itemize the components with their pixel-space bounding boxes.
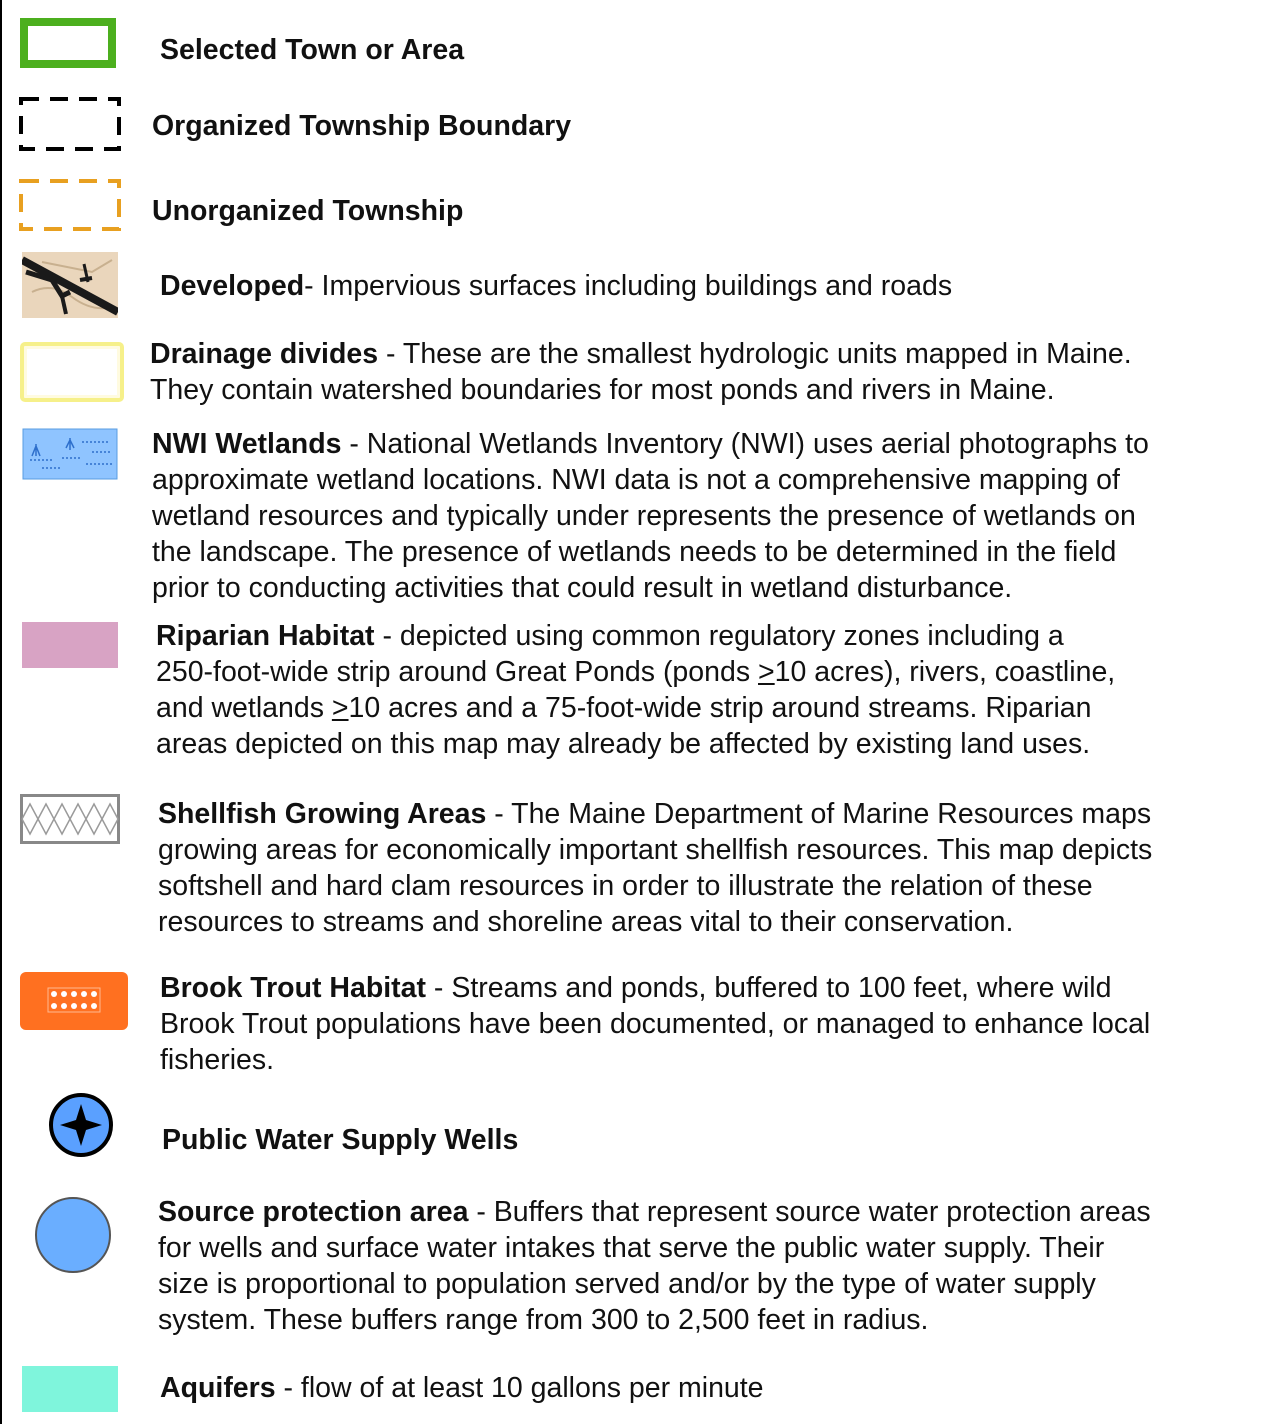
riparian-habitat-symbol <box>22 622 118 668</box>
shellfish-growing-areas-text: Shellfish Growing Areas - The Maine Depa… <box>158 798 1153 938</box>
riparian-habitat-text: Riparian Habitat - depicted using common… <box>156 620 1116 760</box>
nwi-wetlands-text: NWI Wetlands - National Wetlands Invento… <box>152 428 1149 604</box>
organized-township-symbol <box>19 97 121 151</box>
public-water-supply-wells-label: Public Water Supply Wells <box>162 1124 519 1156</box>
nwi-wetlands-symbol <box>22 428 118 480</box>
organized-township-label: Organized Township Boundary <box>152 110 572 142</box>
developed-symbol <box>22 252 118 318</box>
selected-town-label: Selected Town or Area <box>160 34 465 66</box>
brook-trout-habitat-text: Brook Trout Habitat - Streams and ponds,… <box>160 972 1151 1076</box>
developed-label: Developed- Impervious surfaces including… <box>160 270 953 302</box>
source-protection-area-text: Source protection area - Buffers that re… <box>158 1196 1151 1336</box>
public-water-supply-well-icon <box>49 1093 113 1157</box>
source-protection-area-symbol <box>35 1197 111 1273</box>
legend-frame-border <box>0 0 2 1424</box>
brook-trout-habitat-symbol <box>20 972 128 1030</box>
unorganized-township-symbol <box>19 179 121 231</box>
unorganized-township-label: Unorganized Township <box>152 195 464 227</box>
drainage-divides-text: Drainage divides - These are the smalles… <box>150 338 1132 406</box>
aquifers-symbol <box>22 1366 118 1412</box>
drainage-divides-symbol <box>20 342 124 402</box>
shellfish-growing-areas-symbol <box>20 794 120 844</box>
selected-town-symbol <box>20 18 116 68</box>
aquifers-label: Aquifers - flow of at least 10 gallons p… <box>160 1372 764 1404</box>
